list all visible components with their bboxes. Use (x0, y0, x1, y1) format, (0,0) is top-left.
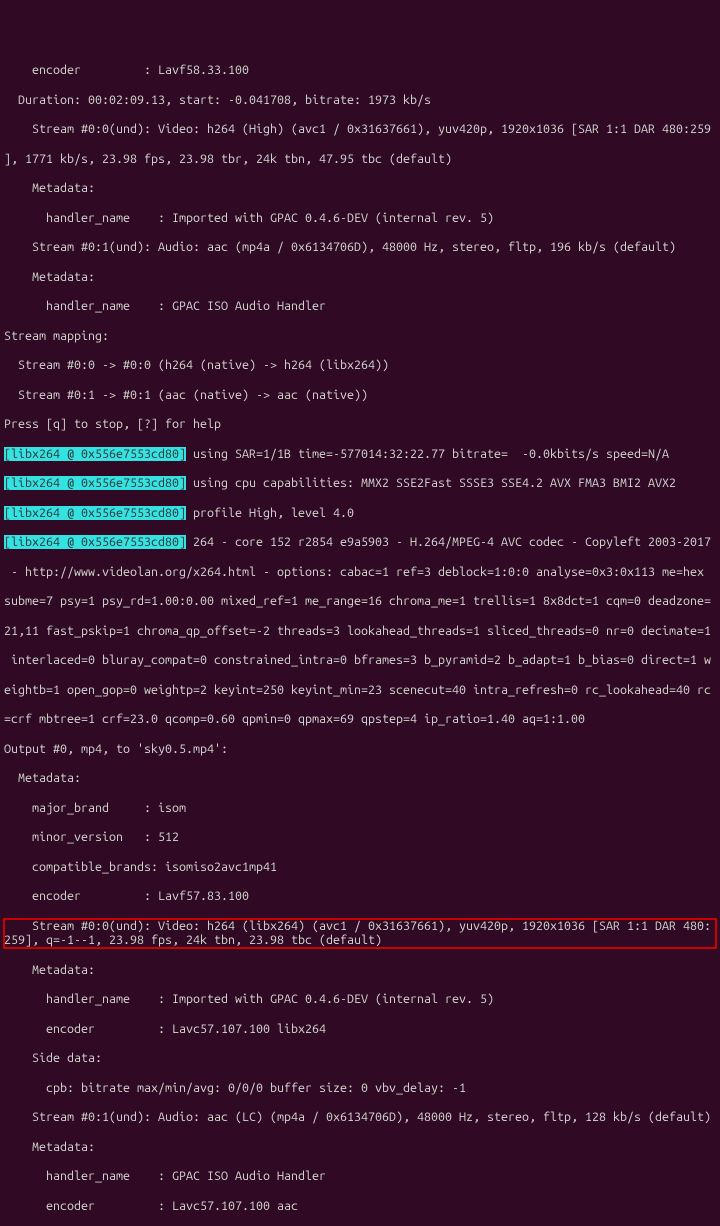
libx264-tag: [libx264 @ 0x556e7553cd80] (4, 535, 186, 549)
log-line: compatible_brands: isomiso2avc1mp41 (4, 860, 716, 875)
log-line: Stream #0:0(und): Video: h264 (libx264) … (4, 919, 716, 934)
log-line: Stream #0:1(und): Audio: aac (LC) (mp4a … (4, 1110, 716, 1125)
log-line: minor_version : 512 (4, 830, 716, 845)
log-line: interlaced=0 bluray_compat=0 constrained… (4, 653, 716, 668)
log-line: Stream #0:0(und): Video: h264 (High) (av… (4, 122, 716, 137)
log-line: cpb: bitrate max/min/avg: 0/0/0 buffer s… (4, 1081, 716, 1096)
log-line: Stream mapping: (4, 329, 716, 344)
log-line: Press [q] to stop, [?] for help (4, 417, 716, 432)
log-line: subme=7 psy=1 psy_rd=1.00:0.00 mixed_ref… (4, 594, 716, 609)
libx264-tag: [libx264 @ 0x556e7553cd80] (4, 476, 186, 490)
log-line: handler_name : Imported with GPAC 0.4.6-… (4, 211, 716, 226)
log-line: Duration: 00:02:09.13, start: -0.041708,… (4, 93, 716, 108)
log-line: Stream #0:1(und): Audio: aac (mp4a / 0x6… (4, 240, 716, 255)
log-line: Side data: (4, 1051, 716, 1066)
log-text: using SAR=1/1B time=-577014:32:22.77 bit… (186, 447, 669, 461)
log-line: major_brand : isom (4, 801, 716, 816)
highlighted-stream-block: Stream #0:0(und): Video: h264 (libx264) … (4, 919, 716, 949)
log-line: 21,11 fast_pskip=1 chroma_qp_offset=-2 t… (4, 624, 716, 639)
libx264-tag: [libx264 @ 0x556e7553cd80] (4, 506, 186, 520)
log-line: - http://www.videolan.org/x264.html - op… (4, 565, 716, 580)
log-line: Metadata: (4, 771, 716, 786)
log-line: [libx264 @ 0x556e7553cd80] 264 - core 15… (4, 535, 716, 550)
log-line: Metadata: (4, 270, 716, 285)
log-line: 259], q=-1--1, 23.98 fps, 24k tbn, 23.98… (4, 933, 716, 948)
libx264-tag: [libx264 @ 0x556e7553cd80] (4, 447, 186, 461)
log-line: Stream #0:1 -> #0:1 (aac (native) -> aac… (4, 388, 716, 403)
log-line: encoder : Lavc57.107.100 aac (4, 1199, 716, 1214)
log-line: eightb=1 open_gop=0 weightp=2 keyint=250… (4, 683, 716, 698)
log-line: [libx264 @ 0x556e7553cd80] using SAR=1/1… (4, 447, 716, 462)
log-line: [libx264 @ 0x556e7553cd80] using cpu cap… (4, 476, 716, 491)
log-line: handler_name : Imported with GPAC 0.4.6-… (4, 992, 716, 1007)
log-line: =crf mbtree=1 crf=23.0 qcomp=0.60 qpmin=… (4, 712, 716, 727)
log-text: 264 - core 152 r2854 e9a5903 - H.264/MPE… (186, 535, 711, 549)
log-line: encoder : Lavf57.83.100 (4, 889, 716, 904)
log-line: handler_name : GPAC ISO Audio Handler (4, 299, 716, 314)
log-line: Metadata: (4, 181, 716, 196)
log-text: using cpu capabilities: MMX2 SSE2Fast SS… (186, 476, 676, 490)
log-line: Stream #0:0 -> #0:0 (h264 (native) -> h2… (4, 358, 716, 373)
log-line: Output #0, mp4, to 'sky0.5.mp4': (4, 742, 716, 757)
log-line: ], 1771 kb/s, 23.98 fps, 23.98 tbr, 24k … (4, 152, 716, 167)
log-line: encoder : Lavc57.107.100 libx264 (4, 1022, 716, 1037)
log-line: encoder : Lavf58.33.100 (4, 63, 716, 78)
log-line: [libx264 @ 0x556e7553cd80] profile High,… (4, 506, 716, 521)
log-line: handler_name : GPAC ISO Audio Handler (4, 1169, 716, 1184)
log-text: profile High, level 4.0 (186, 506, 354, 520)
log-line: Metadata: (4, 1140, 716, 1155)
log-line: Metadata: (4, 963, 716, 978)
